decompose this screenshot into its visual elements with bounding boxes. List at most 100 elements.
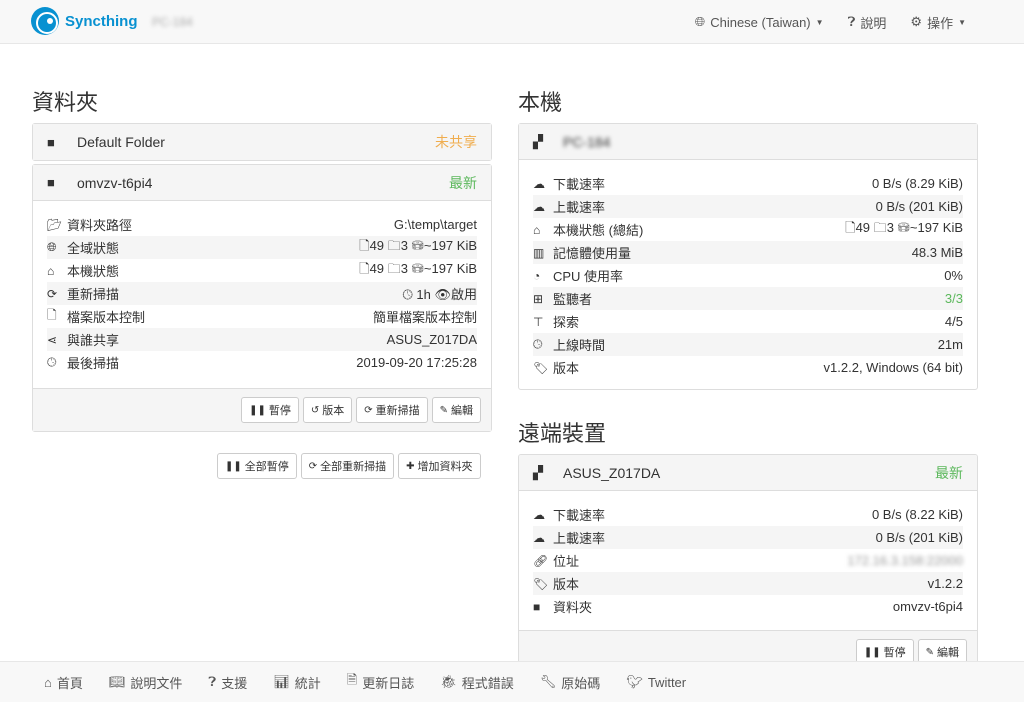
dir-count: 3 (400, 237, 408, 253)
row-label: 探索 (553, 315, 580, 330)
file-count: 49 (855, 219, 871, 235)
row-value: v1.2.2 (927, 576, 963, 591)
hdd-icon: ⛁︎ (411, 237, 424, 253)
home-icon: ⌂ (47, 263, 55, 278)
folder-outline-icon: 🗀︎ (387, 237, 401, 253)
row-label: 資料夾路徑 (67, 218, 133, 233)
signpost-icon: ⊤ (533, 314, 544, 329)
folder-name: Default Folder (77, 134, 165, 150)
row-value: 48.3 MiB (911, 245, 963, 260)
add-folder-button[interactable]: ✚ 增加資料夾 (398, 453, 481, 479)
global-state-row: 🌐︎ 全域狀態 🗋︎49 🗀︎3 ⛁︎~197 KiB (47, 236, 477, 259)
refresh-icon: ⟳ (308, 460, 318, 472)
folder-status: 最新 (449, 174, 477, 191)
versions-button[interactable]: ↺ 版本 (302, 397, 353, 423)
remote-address-row: 🔗︎ 位址 172.16.3.158:22000 (533, 549, 963, 572)
folder-header[interactable]: ■ omvzv-t6pi4 最新 (33, 165, 491, 201)
version-row: 🏷︎ 版本 v1.2.2, Windows (64 bit) (533, 356, 963, 379)
question-circle-icon: ❓︎ (208, 674, 217, 689)
button-label: 增加資料夾 (417, 461, 473, 473)
pause-folder-button[interactable]: ❚❚ 暫停 (241, 397, 299, 423)
row-label: 檔案版本控制 (67, 310, 146, 325)
folder-header[interactable]: ■ Default Folder 未共享 (33, 124, 491, 160)
this-device-header: ▞ PC-184 (519, 124, 977, 160)
globe-icon: 🌐︎ (694, 14, 706, 29)
button-label: 版本 (322, 405, 345, 417)
navbar-device-name: PC-184 (152, 15, 193, 29)
row-label: 最後掃描 (67, 356, 120, 371)
row-value: 🕓︎ 1h 👁︎啟用 (402, 284, 477, 303)
rescan-all-button[interactable]: ⟳ 全部重新掃描 (300, 453, 395, 479)
folder-icon: ■ (47, 134, 55, 150)
dir-count: 3 (400, 260, 408, 276)
pause-icon: ❚❚ (249, 404, 266, 416)
ram-usage-row: ▥ 記憶體使用量 48.3 MiB (533, 241, 963, 264)
folder-open-icon: 📂︎ (47, 217, 63, 232)
edit-folder-button[interactable]: ✎ 編輯 (431, 397, 481, 423)
row-label: 上線時間 (553, 338, 606, 353)
size: ~197 KiB (423, 237, 477, 253)
dashboard-icon: ◔ (533, 268, 541, 283)
tag-icon: 🏷︎ (533, 576, 549, 591)
row-value: 0 B/s (201 KiB) (875, 199, 963, 214)
row-label: 本機狀態 (67, 264, 120, 279)
remote-download-rate-row: ☁︎ 下載速率 0 B/s (8.22 KiB) (533, 503, 963, 526)
actions-label: 操作 (927, 15, 954, 31)
syncthing-logo-icon (31, 7, 59, 35)
this-device-heading: 本機 (518, 90, 563, 115)
folder-icon: ■ (533, 599, 541, 614)
cloud-download-icon: ☁︎ (533, 176, 545, 191)
tag-icon: 🏷︎ (533, 360, 549, 375)
footer-label: 更新日誌 (362, 675, 415, 691)
pause-icon: ❚❚ (863, 646, 881, 658)
folder-global-actions: ❚❚ 全部暫停 ⟳ 全部重新掃描 ✚ 增加資料夾 (217, 453, 481, 479)
row-label: 本機狀態 (總結) (553, 223, 644, 238)
help-label: 說明 (860, 15, 887, 31)
row-value: 172.16.3.158:22000 (847, 553, 963, 568)
footer-changelog-link[interactable]: 🗎︎ 更新日誌 (347, 671, 414, 693)
this-device-name: PC-184 (563, 133, 611, 150)
shared-with-row: ⋖ 與誰共享 ASUS_Z017DA (47, 328, 477, 351)
rescan-row: ⟳ 重新掃描 🕓︎ 1h 👁︎啟用 (47, 282, 477, 305)
brand[interactable]: Syncthing (31, 7, 138, 35)
folder-outline-icon: 🗀︎ (873, 219, 887, 235)
footer-docs-link[interactable]: 📖︎ 說明文件 (109, 673, 183, 692)
language-dropdown[interactable]: 🌐︎ Chinese (Taiwan) ▼ (695, 14, 824, 30)
share-icon: ⋖ (47, 332, 58, 347)
caret-down-icon: ▼ (958, 17, 966, 27)
question-circle-icon: ❓︎ (847, 14, 856, 29)
remote-folders-row: ■ 資料夾 omvzv-t6pi4 (533, 595, 963, 618)
remote-device-header[interactable]: ▞ ASUS_Z017DA 最新 (519, 455, 977, 491)
footer-label: 說明文件 (130, 675, 183, 691)
row-label: 上載速率 (553, 200, 606, 215)
pause-all-button[interactable]: ❚❚ 全部暫停 (217, 453, 297, 479)
row-value: 21m (937, 337, 963, 352)
button-label: 編輯 (937, 647, 959, 659)
button-label: 暫停 (883, 647, 906, 659)
footer-home-link[interactable]: ⌂ 首頁 (44, 673, 83, 692)
gear-icon: ⚙︎ (910, 14, 923, 29)
help-menu[interactable]: ❓︎ 說明 (848, 13, 887, 32)
brand-name: Syncthing (65, 12, 138, 30)
row-label: CPU 使用率 (553, 269, 624, 284)
footer-twitter-link[interactable]: 🐦︎ Twitter (626, 674, 686, 690)
row-label: 下載速率 (553, 508, 606, 523)
footer-stats-link[interactable]: 📊︎ 統計 (273, 673, 321, 692)
actions-dropdown[interactable]: ⚙︎ 操作 ▼ (910, 13, 966, 32)
folder-panel-default[interactable]: ■ Default Folder 未共享 (32, 123, 492, 161)
local-state-total-row: ⌂ 本機狀態 (總結) 🗋︎49 🗀︎3 ⛁︎~197 KiB (533, 218, 963, 241)
footer-source-link[interactable]: 🔧︎ 原始碼 (540, 673, 601, 692)
file-icon: 🗋︎ (359, 237, 370, 253)
file-icon: 🗋︎ (47, 308, 57, 322)
row-value: 0 B/s (8.22 KiB) (871, 507, 963, 522)
remote-upload-rate-row: ☁︎ 上載速率 0 B/s (201 KiB) (533, 526, 963, 549)
row-label: 記憶體使用量 (553, 246, 632, 261)
row-label: 上載速率 (553, 531, 606, 546)
folder-actions: ❚❚ 暫停 ↺ 版本 ⟳ 重新掃描 ✎ 編輯 (33, 388, 491, 431)
footer-bugs-link[interactable]: 🐞︎ 程式錯誤 (440, 673, 514, 692)
rescan-folder-button[interactable]: ⟳ 重新掃描 (356, 397, 428, 423)
button-label: 重新掃描 (375, 405, 420, 417)
uptime-row: 🕓︎ 上線時間 21m (533, 333, 963, 356)
hdd-icon: ⛁︎ (897, 219, 910, 235)
footer-support-link[interactable]: ❓︎ 支援 (208, 673, 247, 692)
